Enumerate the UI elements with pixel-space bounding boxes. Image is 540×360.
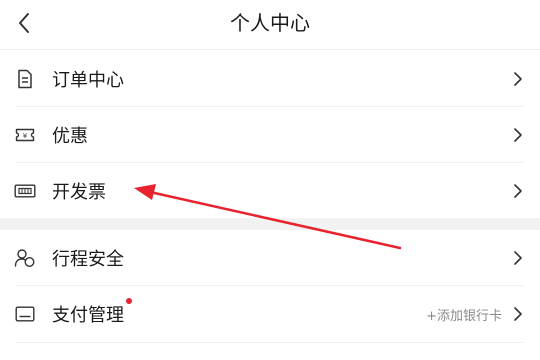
back-button[interactable] (6, 5, 42, 41)
menu-item-label: 开发票 (52, 182, 106, 203)
user-shield-icon (14, 247, 36, 269)
menu-item-trip-safety[interactable]: 行程安全 (0, 230, 540, 286)
menu-item-payment[interactable]: 支付管理 +添加银行卡 (0, 286, 540, 342)
chevron-right-icon (510, 250, 526, 266)
menu-item-partial[interactable] (0, 342, 540, 360)
menu-item-label-text: 支付管理 (52, 305, 124, 326)
chevron-right-icon (510, 306, 526, 322)
notification-dot (126, 298, 132, 304)
chevron-left-icon (19, 13, 29, 33)
menu-item-label: 优惠 (52, 126, 88, 147)
menu-item-invoice[interactable]: 开发票 (0, 163, 540, 219)
chevron-right-icon (510, 183, 526, 199)
menu-group-orders: 订单中心 ¥ 优惠 开发票 (0, 51, 540, 219)
menu-item-orders[interactable]: 订单中心 (0, 51, 540, 107)
menu-item-coupons[interactable]: ¥ 优惠 (0, 107, 540, 163)
menu-item-label: 支付管理 (52, 298, 132, 327)
document-icon (14, 68, 36, 90)
page-title: 个人中心 (230, 11, 310, 35)
menu-item-label: 行程安全 (52, 249, 124, 270)
chevron-right-icon (510, 127, 526, 143)
section-gap (0, 218, 540, 230)
add-bank-card-link[interactable]: +添加银行卡 (426, 305, 502, 324)
invoice-icon (14, 180, 36, 202)
chevron-right-icon (510, 71, 526, 87)
coupon-icon: ¥ (14, 124, 36, 146)
wallet-icon (14, 303, 36, 325)
svg-text:¥: ¥ (23, 132, 28, 140)
menu-group-account: 行程安全 支付管理 +添加银行卡 (0, 230, 540, 342)
menu-item-label: 订单中心 (52, 70, 124, 91)
top-bar: 个人中心 (0, 0, 540, 50)
divider (16, 342, 524, 343)
